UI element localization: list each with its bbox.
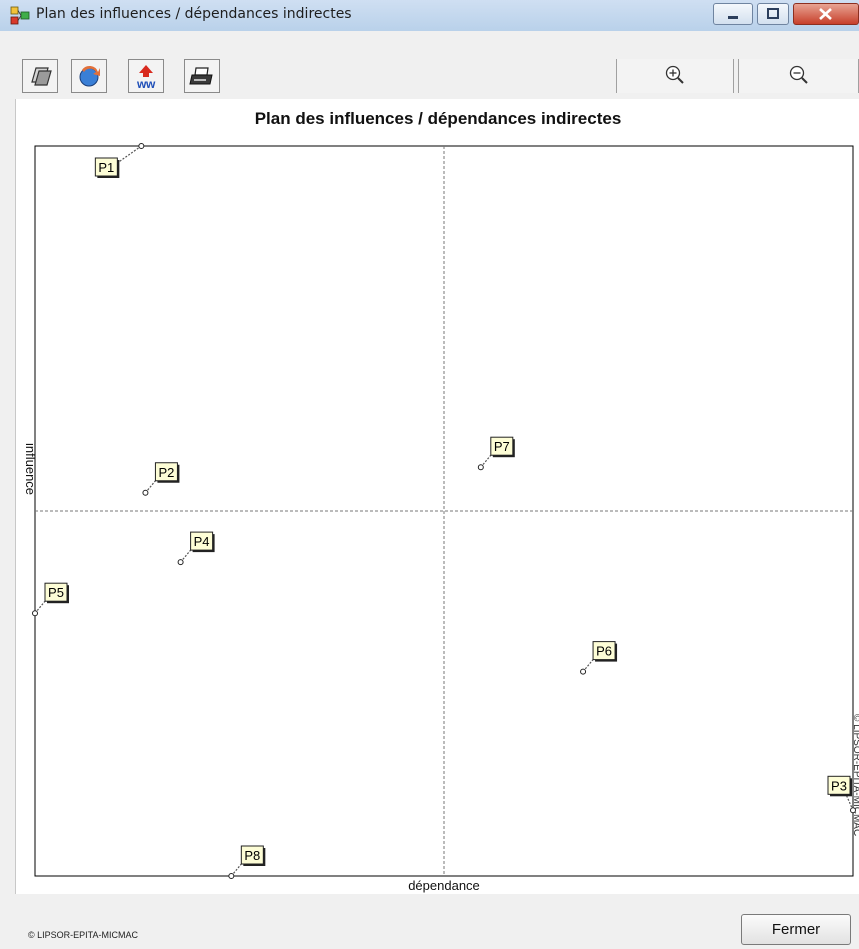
data-point-p2[interactable]: P2	[142, 462, 180, 496]
zoom-out-icon	[789, 65, 808, 84]
refresh-button[interactable]	[71, 59, 107, 93]
maximize-button[interactable]	[757, 3, 789, 25]
zoom-out-button[interactable]	[738, 59, 859, 93]
point-label: P7	[494, 439, 510, 454]
point-marker	[228, 873, 235, 879]
point-label: P1	[98, 160, 114, 175]
data-point-p6[interactable]: P6	[580, 641, 618, 675]
point-marker	[580, 668, 587, 675]
side-watermark: © LIPSOR-EPITA-MICMAC	[851, 714, 859, 836]
print-button[interactable]	[184, 59, 220, 93]
point-marker	[32, 610, 38, 617]
data-point-p8[interactable]: P8	[228, 845, 266, 879]
data-point-p7[interactable]: P7	[477, 436, 515, 471]
copyright-text: © LIPSOR-EPITA-MICMAC	[28, 930, 138, 940]
refresh-icon	[79, 65, 100, 87]
point-label: P3	[831, 778, 847, 793]
influence-dependence-chart: dépendance influence © LIPSOR-EPITA-MICM…	[23, 143, 859, 893]
maximize-icon	[767, 8, 779, 19]
printer-icon	[189, 67, 213, 85]
y-axis-label: influence	[23, 443, 38, 495]
svg-text:w: w	[145, 77, 156, 91]
point-marker	[138, 143, 145, 149]
point-marker	[142, 489, 149, 496]
point-label: P2	[158, 465, 174, 480]
footer: © LIPSOR-EPITA-MICMAC Fermer	[0, 894, 859, 949]
window-title: Plan des influences / dépendances indire…	[36, 6, 352, 22]
plot-panel: Plan des influences / dépendances indire…	[15, 99, 859, 894]
point-label: P6	[596, 644, 612, 659]
app-window: Plan des influences / dépendances indire…	[0, 0, 859, 949]
zoom-in-icon	[665, 65, 684, 84]
data-point-p1[interactable]: P1	[94, 143, 145, 179]
copy-button[interactable]	[22, 59, 58, 93]
minimize-button[interactable]	[713, 3, 753, 25]
zoom-in-button[interactable]	[616, 59, 734, 93]
close-icon	[819, 8, 832, 20]
app-icon	[10, 6, 30, 25]
toolbar: w w	[0, 31, 859, 99]
copy-icon	[31, 67, 52, 86]
point-label: P4	[194, 534, 210, 549]
data-point-p4[interactable]: P4	[177, 531, 215, 566]
point-leader-line	[116, 145, 142, 164]
point-label: P8	[244, 848, 260, 863]
point-label: P5	[48, 585, 64, 600]
export-button[interactable]: w w	[128, 59, 164, 93]
point-marker	[477, 464, 484, 471]
point-marker	[177, 559, 184, 566]
data-point-p5[interactable]: P5	[32, 582, 70, 617]
close-window-button[interactable]	[793, 3, 859, 25]
close-button[interactable]: Fermer	[741, 914, 851, 945]
point-marker	[850, 807, 856, 814]
title-bar: Plan des influences / dépendances indire…	[0, 0, 859, 32]
x-axis-label: dépendance	[408, 878, 480, 893]
minimize-icon	[728, 16, 738, 19]
export-icon: w w	[136, 65, 156, 91]
